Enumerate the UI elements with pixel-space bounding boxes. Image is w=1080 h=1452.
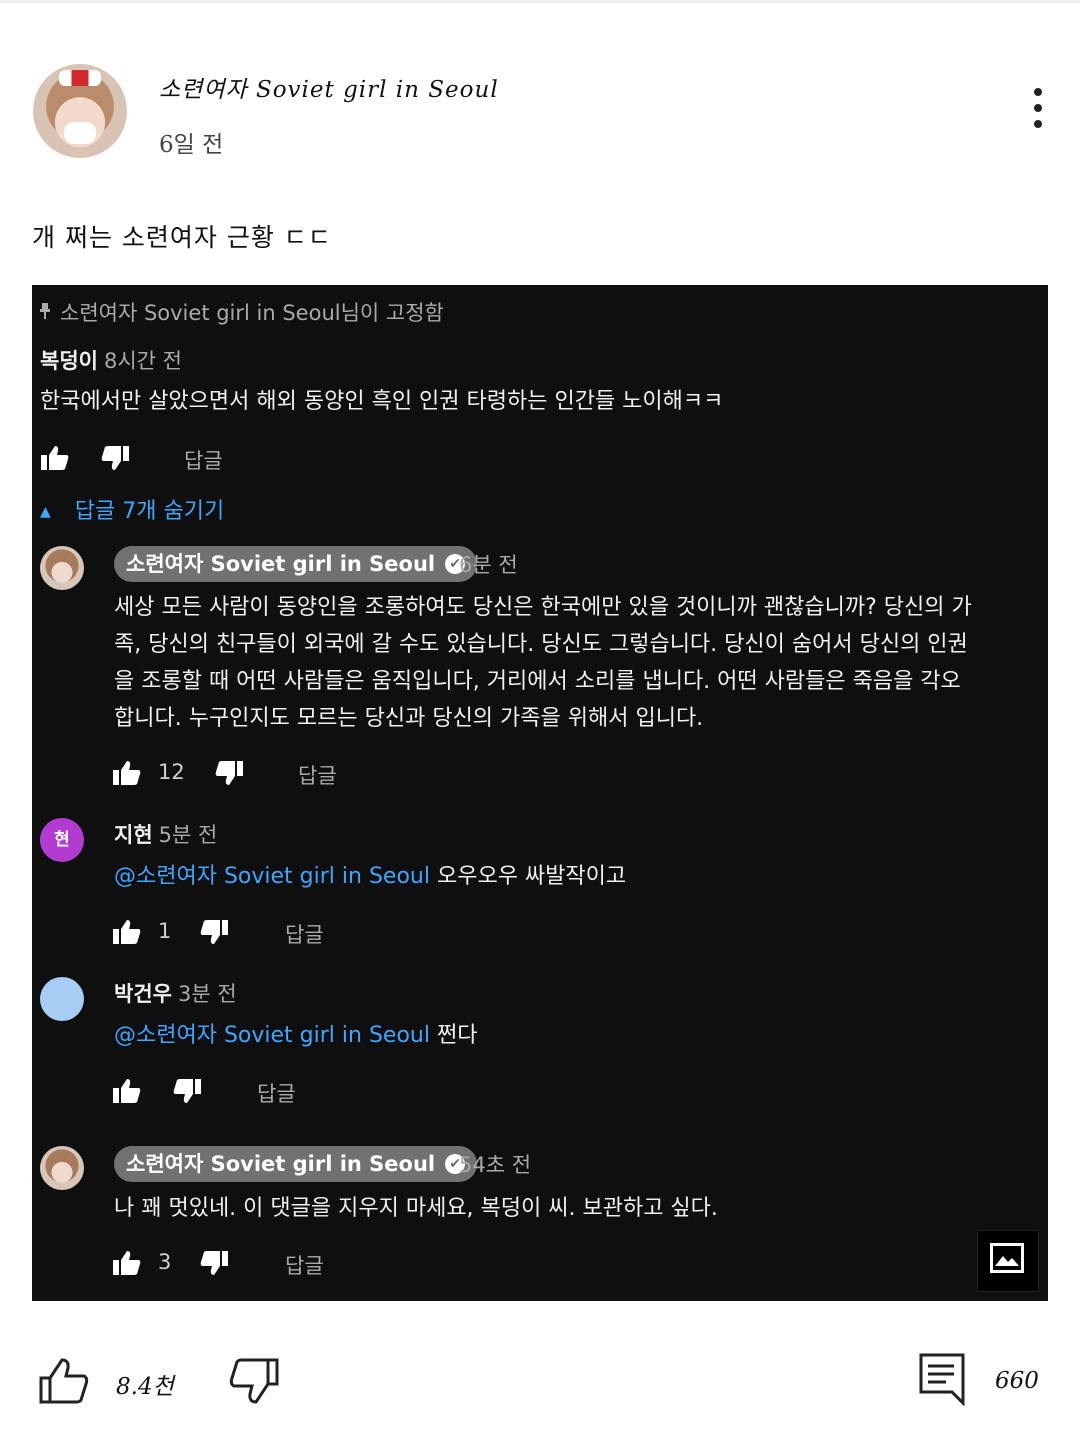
reply-time: 54초 전 bbox=[459, 1153, 532, 1177]
reply-header: 박건우 3분 전 bbox=[114, 978, 237, 1008]
toggle-replies-button[interactable]: ▲ 답글 7개 숨기기 bbox=[40, 493, 224, 525]
author-chip[interactable]: 소련여자 Soviet girl in Seoul ✔ bbox=[114, 546, 478, 582]
post-text: 개 쩌는 소련여자 근황 ㄷㄷ bbox=[32, 223, 332, 252]
image-icon[interactable] bbox=[977, 1230, 1039, 1292]
reply-author-name[interactable]: 지현 bbox=[114, 823, 153, 847]
reply-button[interactable]: 답글 bbox=[285, 919, 324, 949]
thumbs-up-icon[interactable] bbox=[40, 443, 70, 473]
thumbs-down-icon[interactable] bbox=[172, 1076, 202, 1106]
reply-avatar[interactable]: 현 bbox=[40, 818, 84, 862]
author-avatar[interactable] bbox=[33, 64, 127, 158]
top-comment-actions: 답글 bbox=[40, 443, 340, 477]
kebab-menu-icon[interactable] bbox=[1026, 88, 1050, 138]
reply-text-line: 족, 당신의 친구들이 외국에 갈 수도 있습니다. 당신도 그렇습니다. 당신… bbox=[114, 632, 968, 657]
reply-avatar[interactable] bbox=[40, 977, 84, 1021]
thumbs-down-icon[interactable] bbox=[214, 758, 244, 788]
toggle-replies-label: 답글 7개 숨기기 bbox=[74, 499, 225, 524]
thumbs-up-icon[interactable] bbox=[112, 1248, 142, 1278]
like-count: 12 bbox=[158, 760, 185, 784]
thumbs-up-icon[interactable] bbox=[112, 917, 142, 947]
reply-avatar[interactable] bbox=[40, 546, 84, 590]
mention-link[interactable]: @소련여자 Soviet girl in Seoul bbox=[114, 864, 430, 889]
reply-text: 나 꽤 멋있네. 이 댓글을 지우지 마세요, 복덩이 씨. 보관하고 싶다. bbox=[114, 1196, 718, 1221]
reply-actions: 1 답글 bbox=[112, 917, 412, 951]
like-count: 3 bbox=[158, 1250, 172, 1274]
reply-actions: 12 답글 bbox=[112, 758, 412, 792]
reply-author-name: 소련여자 Soviet girl in Seoul bbox=[126, 1152, 436, 1176]
pinned-label: 소련여자 Soviet girl in Seoul님이 고정함 bbox=[40, 297, 444, 327]
commenter-name[interactable]: 복덩이 bbox=[40, 349, 98, 373]
reply-header: 지현 5분 전 bbox=[114, 819, 217, 849]
post-comment-count: 660 bbox=[995, 1368, 1039, 1394]
thumbs-down-icon[interactable] bbox=[100, 443, 130, 473]
dislike-button-icon[interactable] bbox=[228, 1356, 280, 1406]
embedded-screenshot: 소련여자 Soviet girl in Seoul님이 고정함 복덩이 8시간 전… bbox=[32, 285, 1048, 1301]
reply-avatar[interactable] bbox=[40, 1146, 84, 1190]
like-button-icon[interactable] bbox=[38, 1356, 90, 1406]
reply-time: 6분 전 bbox=[459, 553, 518, 577]
thumbs-up-icon[interactable] bbox=[112, 1076, 142, 1106]
author-chip[interactable]: 소련여자 Soviet girl in Seoul ✔ bbox=[114, 1146, 478, 1182]
reply-actions: 답글 bbox=[112, 1076, 412, 1110]
headband-bow bbox=[59, 70, 101, 86]
top-comment-header: 복덩이 8시간 전 bbox=[40, 345, 182, 375]
post-author-name[interactable]: 소련여자 Soviet girl in Seoul bbox=[159, 70, 499, 104]
reply-text: @소련여자 Soviet girl in Seoul 오우오우 싸발작이고 bbox=[114, 858, 626, 895]
thumbs-up-icon[interactable] bbox=[112, 758, 142, 788]
reply-text-line: 세상 모든 사람이 동양인을 조롱하여도 당신은 한국에만 있을 것이니까 괜찮… bbox=[114, 595, 972, 620]
reply-text-content: 오우오우 싸발작이고 bbox=[436, 864, 627, 889]
reply-time: 3분 전 bbox=[177, 982, 237, 1006]
like-count: 1 bbox=[158, 919, 172, 943]
reply-text-line: 을 조롱할 때 어떤 사람들은 움직입니다, 거리에서 소리를 냅니다. 어떤 … bbox=[114, 669, 961, 694]
pinned-by-text: 소련여자 Soviet girl in Seoul님이 고정함 bbox=[60, 301, 444, 325]
face-mask bbox=[64, 122, 96, 144]
mention-link[interactable]: @소련여자 Soviet girl in Seoul bbox=[114, 1023, 430, 1048]
top-comment-text: 한국에서만 살았으면서 해외 동양인 흑인 인권 타령하는 인간들 노이해ㅋㅋ bbox=[40, 389, 724, 414]
reply-time-wrap: 54초 전 bbox=[459, 1149, 531, 1179]
thumbs-down-icon[interactable] bbox=[199, 917, 229, 947]
thumbs-down-icon[interactable] bbox=[199, 1248, 229, 1278]
reply-author-name[interactable]: 박건우 bbox=[114, 982, 172, 1006]
reply-time: 5분 전 bbox=[158, 823, 218, 847]
reply-time-wrap: 6분 전 bbox=[459, 549, 518, 579]
reply-text-content: 쩐다 bbox=[436, 1023, 478, 1048]
pin-icon bbox=[40, 301, 50, 325]
reply-actions: 3 답글 bbox=[112, 1248, 412, 1282]
post-time: 6일 전 bbox=[159, 132, 224, 158]
caret-up-icon: ▲ bbox=[40, 504, 51, 520]
reply-button[interactable]: 답글 bbox=[184, 445, 223, 475]
reply-author-name: 소련여자 Soviet girl in Seoul bbox=[126, 552, 436, 576]
reply-text: 세상 모든 사람이 동양인을 조롱하여도 당신은 한국에만 있을 것이니까 괜찮… bbox=[114, 589, 1044, 737]
top-divider bbox=[0, 0, 1080, 3]
reply-button[interactable]: 답글 bbox=[298, 760, 337, 790]
post-like-count: 8.4천 bbox=[116, 1374, 174, 1400]
reply-text-line: 합니다. 누구인지도 모르는 당신과 당신의 가족을 위해서 입니다. bbox=[114, 706, 704, 731]
reply-button[interactable]: 답글 bbox=[285, 1250, 324, 1280]
reply-button[interactable]: 답글 bbox=[257, 1078, 296, 1108]
reply-text: @소련여자 Soviet girl in Seoul 쩐다 bbox=[114, 1017, 477, 1054]
comment-icon[interactable] bbox=[918, 1352, 966, 1407]
comment-time: 8시간 전 bbox=[103, 349, 182, 373]
